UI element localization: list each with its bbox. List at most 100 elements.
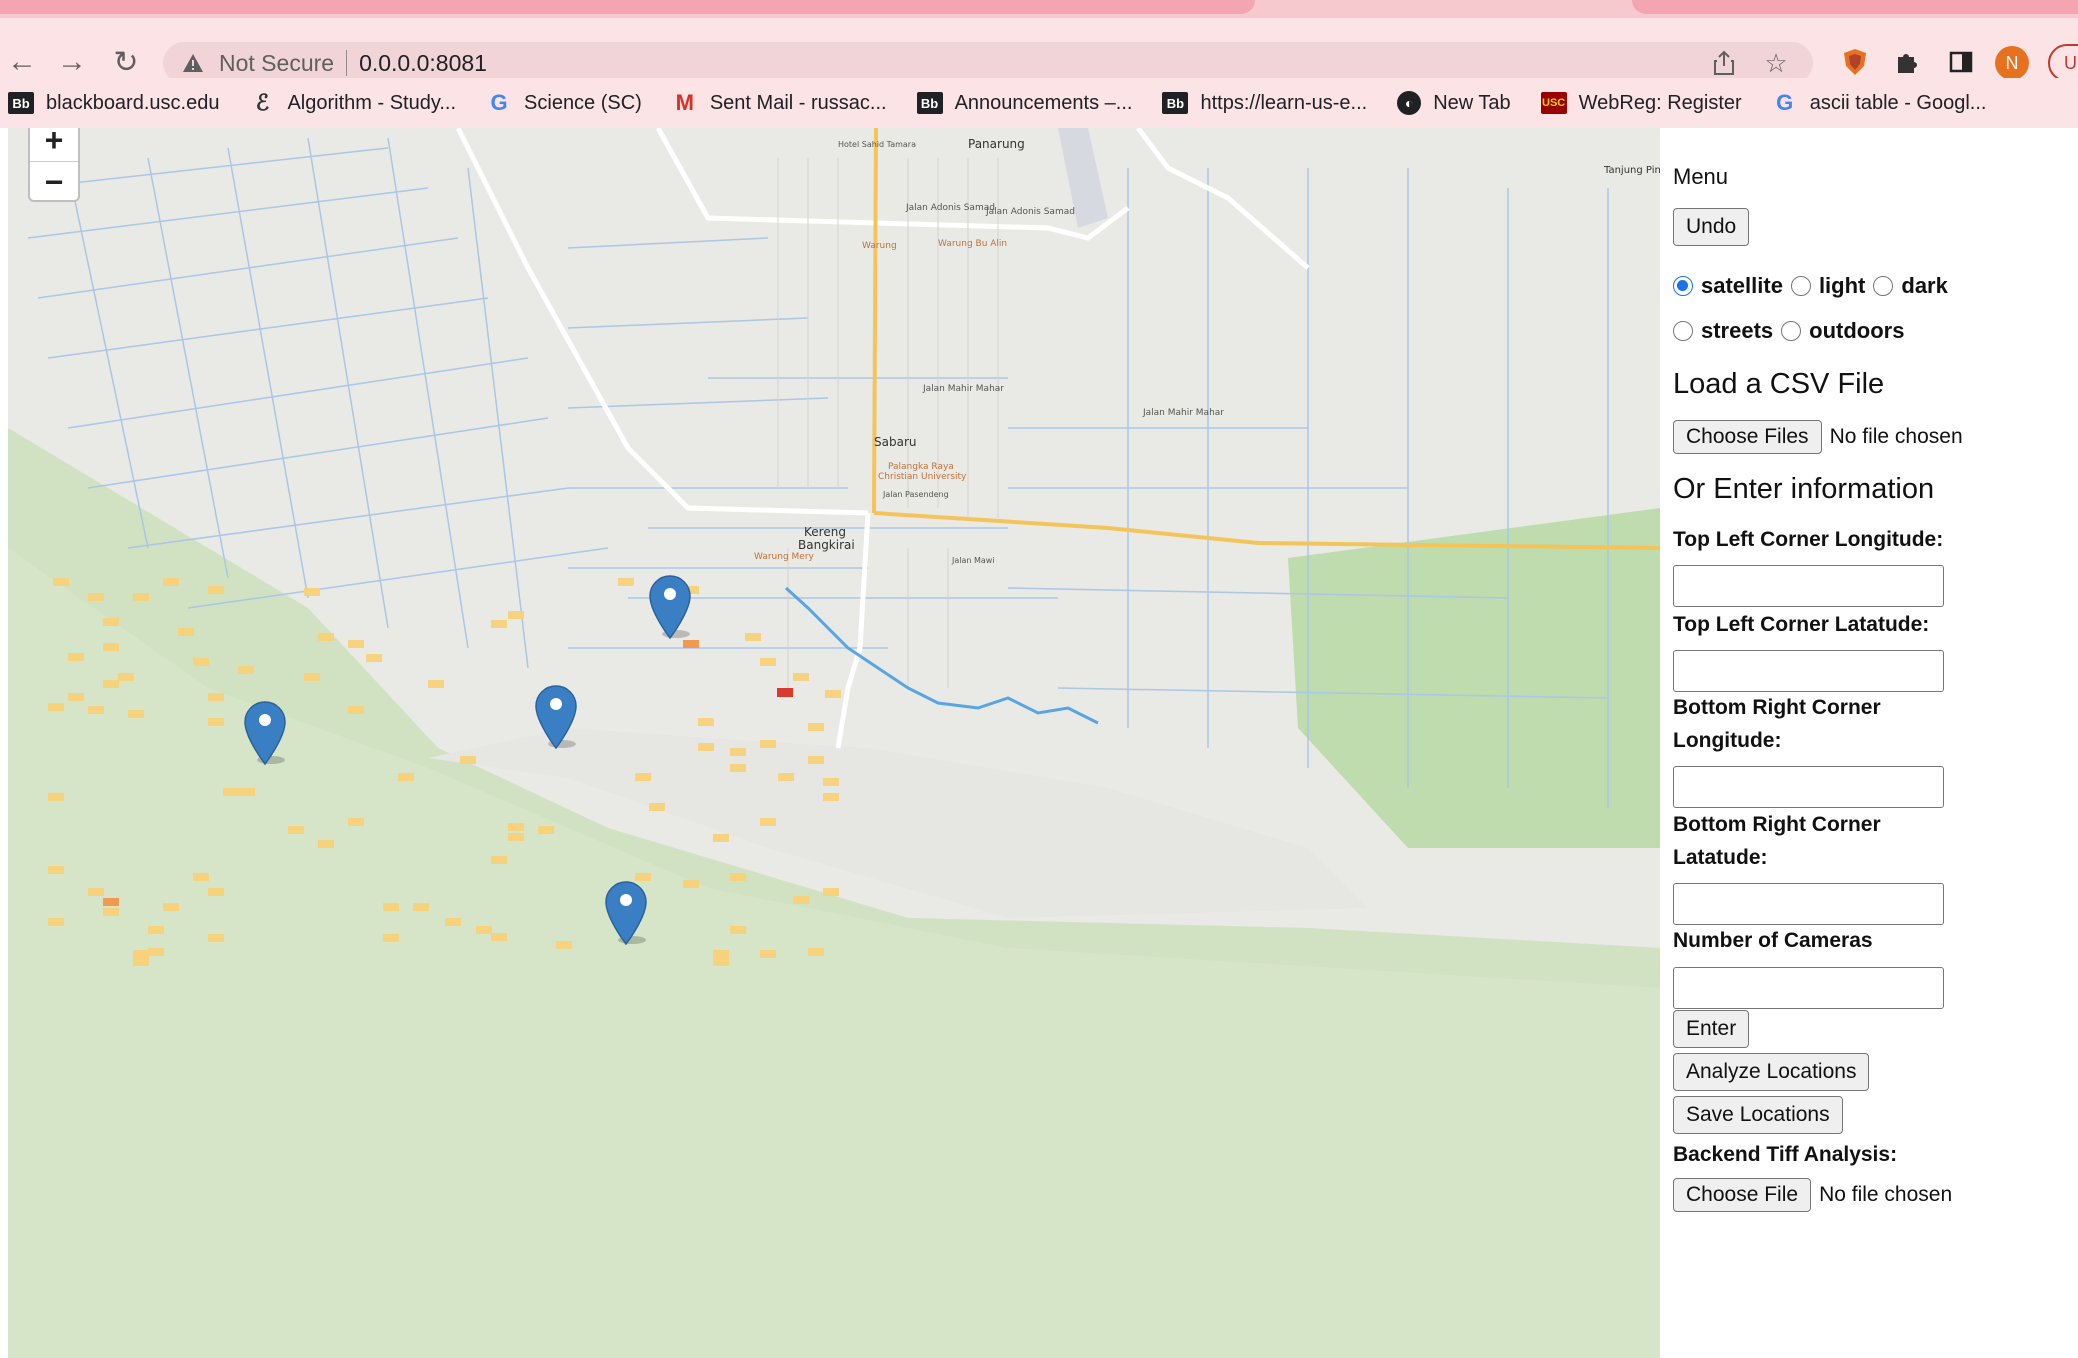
forward-arrow-icon[interactable]: → [52,42,92,82]
bookmark-item[interactable]: G Science (SC) [486,90,642,115]
camera-marker[interactable] [243,700,287,766]
num-cameras-label: Number of Cameras [1673,929,1873,952]
side-panel-icon[interactable] [1944,45,1978,79]
map-label-panarung: Panarung [968,137,1025,151]
bookmark-label: Science (SC) [524,91,642,114]
puzzle-extensions-icon[interactable] [1890,45,1924,79]
bookmark-item[interactable]: Gascii table - Googl... [1772,90,1987,115]
bookmark-item[interactable]: ◐ New Tab [1397,91,1511,115]
bookmark-label: WebReg: Register [1578,91,1742,114]
file-status: No file chosen [1829,425,1963,448]
bookmark-item[interactable]: Bb https://learn-us-e... [1162,92,1367,115]
top-left-lon-input[interactable] [1673,565,1944,607]
browser-tab[interactable] [1632,0,2078,14]
usc-icon: USC [1540,92,1567,114]
zoom-out-button[interactable]: − [30,161,78,202]
bookmark-item[interactable]: Bb Announcements –... [916,91,1133,115]
top-left-lat-input[interactable] [1673,650,1944,692]
radio-label: dark [1901,273,1948,298]
blackboard-icon: Bb [8,92,34,114]
backend-tiff-label: Backend Tiff Analysis: [1673,1143,1898,1166]
google-icon: G [1776,90,1794,115]
page-content: Panarung Tanjung Pin Sabaru Kereng Bangk… [0,128,2078,1358]
map-label-poi: Warung Bu Alin [938,239,1008,249]
analyze-locations-button[interactable]: Analyze Locations [1673,1053,1870,1091]
side-menu: Menu Undo satellite light dark streets o… [1673,128,2078,1358]
back-arrow-icon[interactable]: ← [2,42,42,82]
map-view[interactable]: Panarung Tanjung Pin Sabaru Kereng Bangk… [8,128,1660,1358]
light-radio[interactable] [1790,276,1811,296]
gmail-icon: M [675,90,694,115]
choose-files-button[interactable]: Choose Files [1673,420,1822,454]
zoom-control: + − [28,128,80,202]
save-locations-button[interactable]: Save Locations [1673,1096,1843,1134]
radio-label: satellite [1701,273,1783,298]
bookmark-star-icon[interactable]: ☆ [1761,48,1791,78]
bottom-right-lon-input[interactable] [1673,766,1944,808]
undo-button[interactable]: Undo [1673,208,1750,246]
choose-file-button[interactable]: Choose File [1673,1178,1812,1212]
enter-info-heading: Or Enter information [1673,473,1935,505]
map-style-group: satellite light dark [1673,273,1956,299]
map-style-group: streets outdoors [1673,318,1912,344]
menu-title: Menu [1673,164,1729,189]
top-left-lon-label: Top Left Corner Longitude: [1673,528,1944,551]
shield-extension-icon[interactable] [1838,45,1872,79]
url-text[interactable]: 0.0.0.0:8081 [359,50,487,77]
dark-radio[interactable] [1873,276,1894,296]
map-label-university: Palangka Raya [888,462,954,472]
num-cameras-input[interactable] [1673,967,1944,1009]
reload-icon[interactable]: ↻ [106,42,146,82]
bookmark-label: https://learn-us-e... [1200,91,1368,114]
blackboard-icon: Bb [1162,92,1189,114]
browser-tab[interactable] [0,0,1255,14]
map-label-poi: Warung [862,241,897,251]
bottom-right-lon-label: Bottom Right Corner Longitude: [1673,696,1881,752]
bookmark-label: Algorithm - Study... [287,91,457,114]
bottom-right-lat-label: Bottom Right Corner Latatude: [1673,813,1881,869]
bookmark-item[interactable]: Bb blackboard.usc.edu [8,92,219,115]
satellite-radio[interactable] [1673,276,1693,296]
update-button[interactable]: U [2048,44,2078,82]
map-label-university: Christian University [878,472,967,482]
file-status: No file chosen [1819,1183,1953,1206]
map-label-poi: Hotel Sahid Tamara [838,140,916,149]
camera-marker[interactable] [604,880,648,946]
warning-icon[interactable] [181,51,205,75]
zoom-in-button[interactable]: + [30,128,78,161]
map-label-road: Jalan Pasendeng [883,490,949,499]
map-label-road: Jalan Adonis Samad [906,203,995,213]
map-label-sabaru: Sabaru [874,435,917,449]
enter-button[interactable]: Enter [1673,1010,1750,1048]
map-label-poi: Warung Mery [754,552,814,562]
globe-icon: ◐ [1397,91,1422,115]
bookmark-label: ascii table - Googl... [1809,91,1987,114]
outdoors-radio[interactable] [1781,321,1802,341]
bookmark-label: blackboard.usc.edu [46,91,220,114]
load-csv-heading: Load a CSV File [1673,368,1885,400]
security-label[interactable]: Not Secure [219,50,334,77]
map-label-road: Jalan Adonis Samad [986,207,1075,217]
bookmark-item[interactable]: M Sent Mail - russac... [672,90,887,115]
radio-label: outdoors [1809,318,1905,343]
streets-radio[interactable] [1673,321,1693,341]
profile-avatar[interactable]: N [1995,46,2029,80]
top-left-lat-label: Top Left Corner Latatude: [1673,613,1930,636]
csv-file-input: Choose Files No file chosen [1673,420,1963,454]
map-label-road: Jalan Mahir Mahar [923,384,1004,394]
bottom-right-lat-input[interactable] [1673,883,1944,925]
map-label-road: Jalan Mahir Mahar [1143,408,1224,418]
camera-marker[interactable] [648,574,692,640]
bookmark-item[interactable]: ℰ Algorithm - Study... [249,90,457,115]
bookmark-label: New Tab [1433,91,1511,114]
omnibox-divider [346,50,348,76]
algorithm-icon: ℰ [255,90,270,115]
bookmark-label: Announcements –... [954,91,1133,114]
radio-label: light [1818,273,1866,298]
google-icon: G [490,90,508,115]
tiff-file-input: Choose File No file chosen [1673,1178,1952,1212]
share-icon[interactable] [1709,48,1739,78]
bookmark-item[interactable]: USC WebReg: Register [1540,91,1742,115]
camera-marker[interactable] [534,684,578,750]
map-label-bangkirai: Bangkirai [798,538,855,552]
